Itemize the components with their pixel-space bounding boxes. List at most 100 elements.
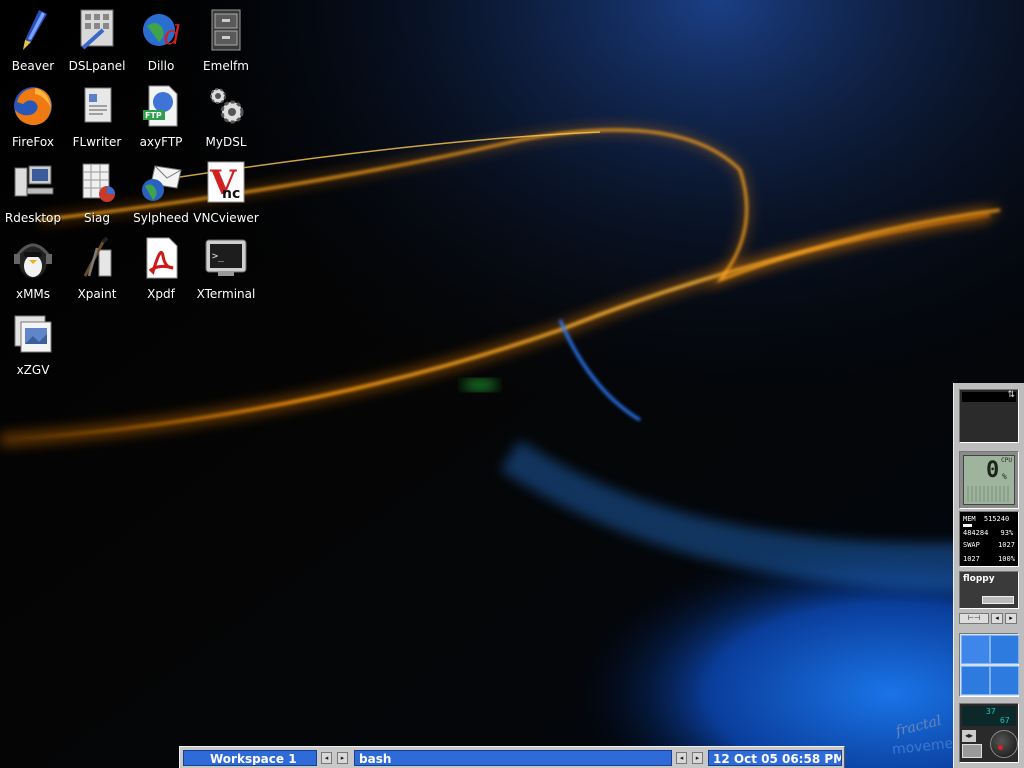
desktop-icon-xzgv[interactable]: xZGV	[0, 310, 66, 386]
task-next-button[interactable]: ▸	[692, 752, 703, 764]
pdf-document-icon	[146, 237, 178, 279]
desktop-icon-sylpheed[interactable]: Sylpheed	[128, 158, 194, 234]
desktop-icon-beaver[interactable]: Beaver	[0, 6, 66, 82]
control-panel-icon	[80, 9, 114, 50]
svg-text:fractal: fractal	[893, 713, 943, 740]
remote-desktop-icon	[14, 165, 54, 197]
mem-label: MEM	[963, 515, 976, 523]
svg-text:d: d	[164, 21, 181, 51]
mem-used-value: 484284	[963, 529, 989, 537]
taskbar-task-bash[interactable]: bash	[354, 750, 672, 766]
desktop-icon-label: FireFox	[12, 135, 54, 149]
mixer-right-value: 67	[1000, 716, 1010, 725]
network-monitor-dockapp[interactable]: ⇅	[959, 389, 1019, 443]
desktop-icon-xterminal[interactable]: >_ XTerminal	[193, 234, 259, 310]
desktop-icon-label: Siag	[84, 211, 110, 225]
network-arrows-icon: ⇅	[1007, 390, 1015, 400]
cpu-label: CPU	[1001, 457, 1012, 464]
volume-knob-indicator	[998, 745, 1003, 750]
desktop-icon-label: Rdesktop	[4, 211, 62, 225]
volume-knob[interactable]	[990, 730, 1018, 758]
desktop-icon-vncviewer[interactable]: V nc VNCviewer	[193, 158, 259, 234]
swap-row: SWAP 1027	[963, 541, 1015, 549]
desktop-icon-rdesktop[interactable]: Rdesktop	[0, 158, 66, 234]
spreadsheet-icon	[82, 163, 115, 202]
desktop-icon-label: axyFTP	[139, 135, 183, 149]
floppy-label: floppy	[963, 574, 995, 584]
desktop-icon-label: xMMs	[15, 287, 51, 301]
desktop-icon-axyftp[interactable]: FTP axyFTP	[128, 82, 194, 158]
svg-text:FTP: FTP	[145, 111, 162, 120]
image-viewer-icon	[14, 315, 52, 353]
svg-text:moveme: moveme	[892, 736, 952, 758]
desktop-icon-flwriter[interactable]: FLwriter	[64, 82, 130, 158]
floppy-drive-icon	[982, 596, 1014, 604]
swap-used-value: 1027	[963, 555, 980, 563]
desktop-icon-dslpanel[interactable]: DSLpanel	[64, 6, 130, 82]
floppy-eject-button[interactable]: ⊢⊣	[959, 613, 989, 624]
swap-total-value: 1027	[998, 541, 1015, 549]
pager-workspace-1[interactable]	[961, 635, 990, 664]
workspace-indicator[interactable]: Workspace 1	[183, 750, 317, 766]
mem-usage-bar	[963, 524, 972, 527]
vnc-icon: V nc	[207, 161, 245, 203]
desktop-icon-xmms[interactable]: xMMs	[0, 234, 66, 310]
desktop-icon-label: Dillo	[147, 59, 175, 73]
desktop-icon-siag[interactable]: Siag	[64, 158, 130, 234]
floppy-prev-button[interactable]: ◂	[991, 613, 1003, 624]
mixer-balance-slider[interactable]	[962, 744, 982, 758]
workspace-pager-dockapp	[959, 633, 1019, 697]
gears-icon	[210, 88, 244, 124]
desktop-icon-label: Beaver	[11, 59, 55, 73]
swap-label: SWAP	[963, 541, 980, 549]
swap-percent-value: 100%	[998, 555, 1015, 563]
svg-text:>_: >_	[212, 251, 225, 262]
mail-globe-icon	[142, 165, 182, 201]
cpu-history-graph	[967, 486, 1011, 502]
desktop-icon-label: FLwriter	[72, 135, 122, 149]
cpu-lcd-display: 0 % CPU	[963, 455, 1015, 505]
pager-workspace-2[interactable]	[990, 635, 1019, 664]
mem-row: MEM 515240	[963, 515, 1009, 523]
floppy-next-button[interactable]: ▸	[1005, 613, 1017, 624]
dillo-browser-icon: d	[143, 14, 181, 51]
cpu-percent-unit: %	[1002, 472, 1007, 481]
desktop-icon-label: VNCviewer	[193, 211, 259, 225]
desktop-icon-firefox[interactable]: FireFox	[0, 82, 66, 158]
desktop-icon-xpaint[interactable]: Xpaint	[64, 234, 130, 310]
desktop-icon-label: Emelfm	[203, 59, 249, 73]
mem-used-row: 484284 93%	[963, 529, 1013, 537]
memory-monitor-dockapp[interactable]: MEM 515240 484284 93% SWAP 1027 1027 100…	[959, 511, 1019, 567]
penguin-headphones-icon	[14, 243, 52, 278]
floppy-controls: ⊢⊣ ◂ ▸	[959, 613, 1019, 625]
volume-mixer-dockapp[interactable]: 37 67 ◂▸	[959, 703, 1019, 763]
cpu-percent-value: 0	[986, 458, 1000, 483]
desktop-icon-dillo[interactable]: d Dillo	[128, 6, 194, 82]
mixer-channel-buttons[interactable]: ◂▸	[962, 730, 976, 742]
paint-brushes-icon	[83, 236, 112, 277]
pager-workspace-4[interactable]	[990, 666, 1019, 695]
workspace-next-button[interactable]: ▸	[337, 752, 348, 764]
desktop-icon-label: Xpaint	[77, 287, 117, 301]
desktop-icon-xpdf[interactable]: Xpdf	[128, 234, 194, 310]
terminal-icon: >_	[205, 239, 247, 276]
desktop-icon-label: xZGV	[16, 363, 50, 377]
cpu-monitor-dockapp[interactable]: 0 % CPU	[959, 451, 1019, 509]
task-prev-button[interactable]: ◂	[676, 752, 687, 764]
floppy-mount-dockapp[interactable]: floppy	[959, 571, 1019, 609]
fractal-movement-logo: fractal moveme	[891, 713, 954, 758]
workspace-prev-button[interactable]: ◂	[321, 752, 332, 764]
desktop-icon-emelfm[interactable]: Emelfm	[193, 6, 259, 82]
pager-workspace-3[interactable]	[961, 666, 990, 695]
document-writer-icon	[84, 87, 112, 123]
ftp-client-icon: FTP	[143, 85, 178, 127]
desktop-icon-label: Sylpheed	[133, 211, 189, 225]
desktop-icon-mydsl[interactable]: MyDSL	[193, 82, 259, 158]
desktop-icon-label: DSLpanel	[68, 59, 126, 73]
swap-used-row: 1027 100%	[963, 555, 1015, 563]
mixer-level-display: 37 67	[962, 706, 1016, 726]
beaver-editor-icon	[23, 10, 47, 50]
wallpaper-watermark: fractal moveme	[891, 712, 954, 760]
mem-total-value: 515240	[983, 515, 1010, 523]
firefox-icon	[14, 87, 52, 126]
